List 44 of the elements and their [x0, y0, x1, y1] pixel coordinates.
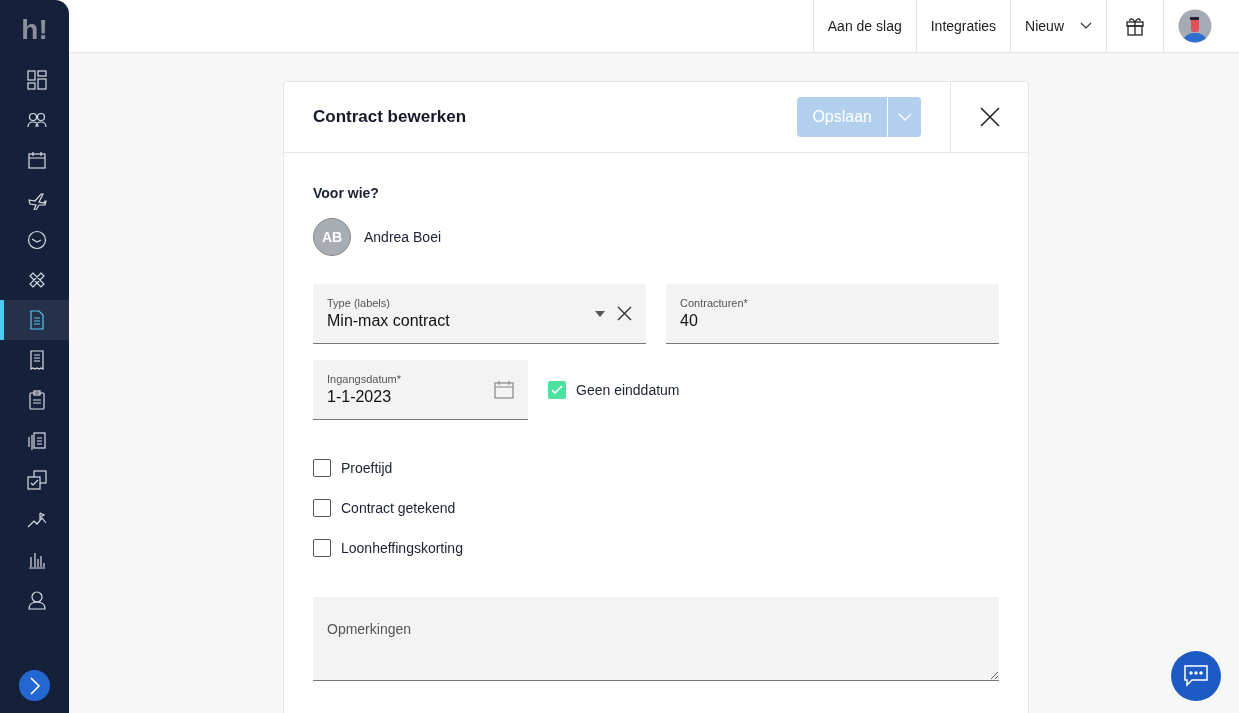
- sidebar-item[interactable]: [0, 300, 69, 340]
- checkbox-label: Geen einddatum: [576, 382, 680, 398]
- airplane-icon: [26, 190, 47, 210]
- documents-icon: [26, 430, 47, 450]
- dropdown-arrow-icon: [595, 310, 605, 317]
- chat-bubble-icon: [1184, 665, 1208, 687]
- new-dropdown[interactable]: Nieuw: [1010, 0, 1106, 52]
- person-name: Andrea Boei: [364, 229, 442, 245]
- chevron-down-icon: [897, 113, 912, 121]
- calendar-icon: [26, 150, 47, 170]
- clipboard-icon: [26, 390, 47, 410]
- chevron-right-icon: [27, 675, 42, 696]
- dashboard-icon: [26, 70, 47, 90]
- calendar-icon[interactable]: [494, 380, 514, 399]
- avatar[interactable]: [1178, 9, 1212, 43]
- line-chart-icon: [26, 510, 47, 530]
- logo: h!: [20, 13, 49, 47]
- remarks-field[interactable]: Opmerkingen: [313, 597, 999, 681]
- start-date-field[interactable]: Ingangsdatum* 1-1-2023: [313, 360, 528, 420]
- people-icon: [26, 110, 47, 130]
- checkmark-icon: [551, 385, 563, 395]
- bar-chart-icon: [26, 550, 47, 570]
- section-label: Voor wie?: [313, 185, 380, 201]
- checkbox[interactable]: [548, 381, 566, 399]
- user-icon: [26, 590, 47, 610]
- nav-link[interactable]: Integraties: [915, 0, 1011, 52]
- initials-avatar: AB: [313, 218, 351, 256]
- chevron-down-icon: [1080, 22, 1092, 30]
- checkbox-label: Contract getekend: [341, 500, 456, 516]
- clock-icon: [26, 230, 47, 250]
- gift-icon[interactable]: [1125, 16, 1145, 36]
- checkbox[interactable]: [313, 499, 331, 517]
- checkbox[interactable]: [313, 539, 331, 557]
- close-icon: [979, 107, 1000, 127]
- hours-field[interactable]: Contracturen* 40: [666, 284, 999, 344]
- expand-button[interactable]: [19, 670, 50, 701]
- checkbox[interactable]: [313, 459, 331, 477]
- checkbox-label: Proeftijd: [341, 460, 393, 476]
- checkbox-label: Loonheffingskorting: [341, 540, 463, 556]
- clear-icon[interactable]: [617, 306, 632, 321]
- nav-link[interactable]: Aan de slag: [812, 0, 916, 52]
- type-select[interactable]: Type (labels) Min-max contract: [313, 284, 646, 344]
- checkbox-icon: [26, 470, 47, 490]
- dialog-title: Contract bewerken: [312, 107, 468, 127]
